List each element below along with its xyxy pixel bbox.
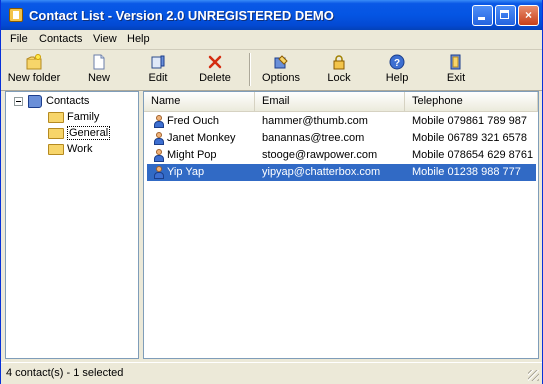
help-button[interactable]: ? Help <box>382 52 412 88</box>
contact-phone: Mobile 01238 988 777 <box>412 166 521 178</box>
contact-name: Janet Monkey <box>167 132 236 144</box>
new-document-icon <box>91 54 107 70</box>
column-header-name[interactable]: Name <box>144 92 255 111</box>
contact-person-icon <box>153 132 165 145</box>
menu-help[interactable]: Help <box>127 33 150 45</box>
contact-phone: Mobile 079861 789 987 <box>412 115 527 127</box>
list-header: Name Email Telephone <box>144 92 538 112</box>
status-bar: 4 contact(s) - 1 selected <box>1 362 542 384</box>
delete-button[interactable]: Delete <box>197 52 233 88</box>
title-bar[interactable]: Contact List - Version 2.0 UNREGISTERED … <box>1 0 542 30</box>
lock-label: Lock <box>327 72 351 84</box>
contact-email: yipyap@chatterbox.com <box>262 166 381 178</box>
edit-label: Edit <box>148 72 168 84</box>
edit-button[interactable]: Edit <box>143 52 173 88</box>
tree-item-label: Work <box>67 143 93 155</box>
contact-person-icon <box>153 166 165 179</box>
close-button[interactable]: × <box>518 5 539 26</box>
tree-root-label: Contacts <box>46 95 90 107</box>
options-icon <box>273 54 289 70</box>
new-folder-icon <box>26 54 42 70</box>
delete-x-icon <box>207 54 223 70</box>
collapse-toggle[interactable] <box>14 97 23 106</box>
contact-person-icon <box>153 149 165 162</box>
tree-item-family[interactable]: Family <box>48 109 99 125</box>
maximize-button[interactable] <box>495 5 516 26</box>
tree-item-label: General <box>67 126 111 140</box>
menu-view[interactable]: View <box>93 33 117 45</box>
app-icon <box>9 8 23 22</box>
tree-item-general[interactable]: General <box>48 125 111 141</box>
options-button[interactable]: Options <box>259 52 303 88</box>
maximize-icon <box>500 10 509 19</box>
contact-phone: Mobile 078654 629 8761 <box>412 149 534 161</box>
resize-grip-icon[interactable] <box>528 370 539 381</box>
menu-contacts[interactable]: Contacts <box>39 33 82 45</box>
folder-icon <box>48 143 64 155</box>
menu-file[interactable]: File <box>10 33 28 45</box>
table-row[interactable]: Fred Ouch hammer@thumb.com Mobile 079861… <box>147 113 536 130</box>
help-label: Help <box>385 72 409 84</box>
toolbar-separator <box>249 53 251 86</box>
window-title: Contact List - Version 2.0 UNREGISTERED … <box>29 8 334 23</box>
new-folder-label: New folder <box>7 72 61 84</box>
contact-name: Fred Ouch <box>167 115 219 127</box>
minimize-icon <box>478 17 485 20</box>
minimize-button[interactable] <box>472 5 493 26</box>
contact-email: hammer@thumb.com <box>262 115 368 127</box>
contact-phone: Mobile 06789 321 6578 <box>412 132 527 144</box>
close-icon: × <box>524 8 532 22</box>
new-button[interactable]: New <box>83 52 115 88</box>
table-row[interactable]: Janet Monkey banannas@tree.com Mobile 06… <box>147 130 536 147</box>
contact-person-icon <box>153 115 165 128</box>
toolbar: New folder New Edit Delete Options Lock … <box>1 50 542 91</box>
svg-text:?: ? <box>394 58 400 69</box>
tree-item-work[interactable]: Work <box>48 141 92 157</box>
address-book-icon <box>28 94 42 108</box>
options-label: Options <box>262 72 300 84</box>
exit-button[interactable]: Exit <box>442 52 470 88</box>
folder-icon <box>48 111 64 123</box>
tree-item-label: Family <box>67 111 100 123</box>
help-icon: ? <box>389 54 405 70</box>
exit-door-icon <box>448 54 464 70</box>
contact-email: banannas@tree.com <box>262 132 365 144</box>
contact-name: Yip Yap <box>167 166 205 178</box>
contact-name: Might Pop <box>167 149 217 161</box>
new-folder-button[interactable]: New folder <box>6 52 62 88</box>
tree-root-contacts[interactable]: Contacts <box>28 93 89 109</box>
lock-icon <box>331 54 347 70</box>
exit-label: Exit <box>446 72 466 84</box>
contact-email: stooge@rawpower.com <box>262 149 378 161</box>
folder-tree: Contacts Family General Work <box>5 91 139 359</box>
menu-bar: File Contacts View Help <box>1 30 542 50</box>
delete-label: Delete <box>199 72 231 84</box>
table-row-selected[interactable]: Yip Yap yipyap@chatterbox.com Mobile 012… <box>147 164 536 181</box>
edit-icon <box>150 54 166 70</box>
lock-button[interactable]: Lock <box>323 52 355 88</box>
folder-icon <box>48 127 64 139</box>
app-window: Contact List - Version 2.0 UNREGISTERED … <box>0 0 543 384</box>
table-row[interactable]: Might Pop stooge@rawpower.com Mobile 078… <box>147 147 536 164</box>
contact-list: Name Email Telephone Fred Ouch hammer@th… <box>143 91 539 359</box>
status-text: 4 contact(s) - 1 selected <box>6 367 124 379</box>
column-header-telephone[interactable]: Telephone <box>405 92 538 111</box>
new-label: New <box>87 72 110 84</box>
column-header-email[interactable]: Email <box>255 92 405 111</box>
